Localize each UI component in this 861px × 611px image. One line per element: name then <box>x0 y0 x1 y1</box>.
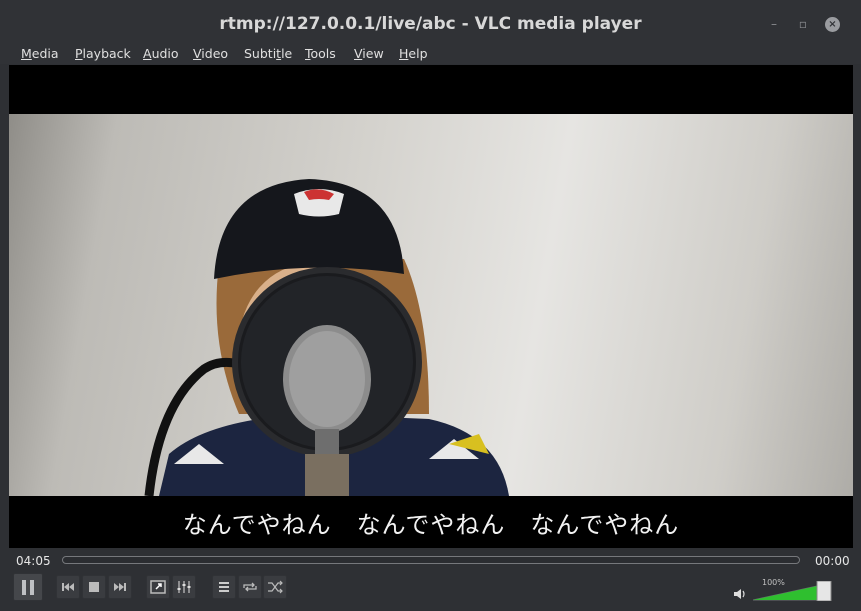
menu-view[interactable]: View <box>354 46 384 61</box>
menu-help[interactable]: Help <box>399 46 428 61</box>
menu-bar: Media Playback Audio Video Subtitle Tool… <box>0 44 861 64</box>
elapsed-time: 04:05 <box>16 554 51 568</box>
subtitle-text: なんでやねん なんでやねん なんでやねん <box>182 511 680 539</box>
pause-button[interactable] <box>13 573 43 601</box>
restore-button[interactable]: ▫ <box>795 16 811 32</box>
shuffle-button[interactable] <box>263 575 287 599</box>
stop-icon <box>89 582 99 592</box>
skip-previous-icon <box>62 583 74 591</box>
video-output[interactable]: なんでやねん なんでやねん なんでやねん <box>9 65 853 548</box>
seek-row: 04:05 00:00 <box>0 549 861 573</box>
playlist-button[interactable] <box>212 575 236 599</box>
volume-slider[interactable] <box>753 581 833 601</box>
menu-video[interactable]: Video <box>193 46 228 61</box>
video-frame <box>9 114 853 496</box>
previous-button[interactable] <box>56 575 80 599</box>
volume-handle[interactable] <box>816 581 832 601</box>
minimize-button[interactable]: – <box>766 16 782 32</box>
video-frame-image <box>144 179 509 496</box>
menu-subtitle[interactable]: Subtitle <box>244 46 292 61</box>
loop-button[interactable] <box>238 575 262 599</box>
fullscreen-icon <box>150 580 166 594</box>
window-titlebar[interactable]: rtmp://127.0.0.1/live/abc - VLC media pl… <box>0 0 861 44</box>
next-button[interactable] <box>108 575 132 599</box>
speaker-icon <box>734 589 745 599</box>
skip-next-icon <box>114 583 126 591</box>
fullscreen-button[interactable] <box>146 575 170 599</box>
remaining-time[interactable]: 00:00 <box>815 554 850 568</box>
extended-settings-button[interactable] <box>172 575 196 599</box>
shuffle-icon <box>268 580 283 594</box>
seek-slider[interactable] <box>62 556 800 564</box>
control-bar: 100% <box>0 573 861 611</box>
menu-playback[interactable]: Playback <box>75 46 131 61</box>
loop-icon <box>243 582 257 592</box>
volume-mute-button[interactable] <box>733 587 747 601</box>
menu-tools[interactable]: Tools <box>305 46 336 61</box>
menu-media[interactable]: Media <box>21 46 59 61</box>
window-title: rtmp://127.0.0.1/live/abc - VLC media pl… <box>219 14 642 34</box>
close-button[interactable]: × <box>825 17 840 32</box>
playlist-icon <box>219 582 229 592</box>
equalizer-sliders-icon <box>177 581 191 593</box>
stop-button[interactable] <box>82 575 106 599</box>
menu-audio[interactable]: Audio <box>143 46 179 61</box>
